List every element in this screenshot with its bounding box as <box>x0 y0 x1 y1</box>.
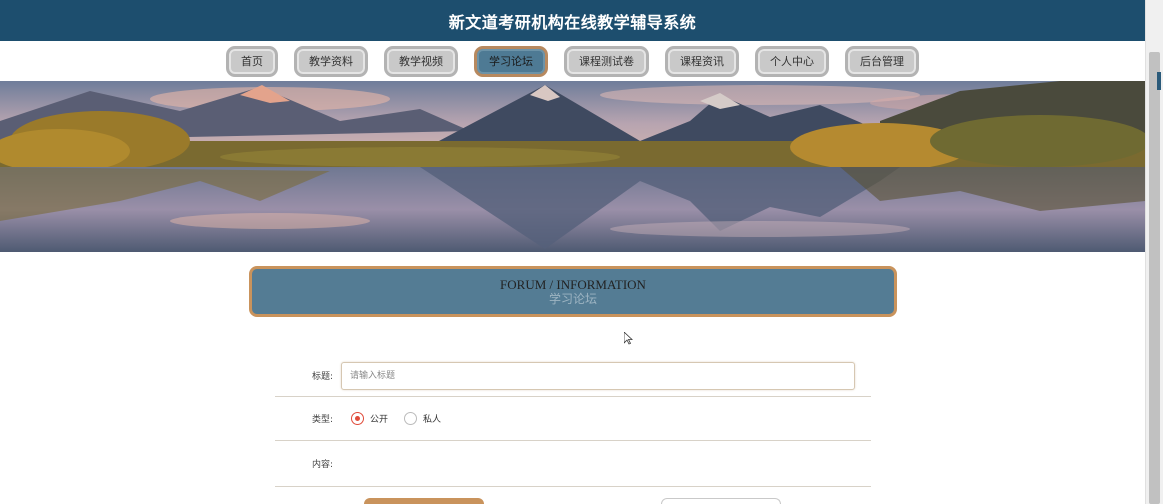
scrollbar-thumb[interactable] <box>1149 52 1160 504</box>
section-title-cn: 学习论坛 <box>548 291 597 306</box>
nav-course-tests-label: 课程测试卷 <box>579 55 634 68</box>
section-header: FORUM / INFORMATION 学习论坛 <box>249 266 897 317</box>
nav-home[interactable]: 首页 <box>226 45 278 77</box>
type-row: 类型: 公开 私人 <box>275 397 871 441</box>
mountain-lake-image <box>0 81 1145 252</box>
nav-teaching-materials[interactable]: 教学资料 <box>294 45 368 77</box>
scrollbar-accent <box>1157 72 1161 90</box>
header-bar: 新文道考研机构在线教学辅导系统 <box>0 0 1145 41</box>
banner-image <box>0 81 1145 252</box>
content-row: 内容: <box>275 441 871 487</box>
nav-study-forum-label: 学习论坛 <box>489 55 533 68</box>
title-input[interactable] <box>341 361 855 390</box>
post-form: 标题: 类型: 公开 私人 内容: <box>275 355 871 487</box>
nav-course-tests[interactable]: 课程测试卷 <box>564 45 649 77</box>
nav-course-news-label: 课程资讯 <box>680 55 724 68</box>
nav-personal-center-label: 个人中心 <box>770 55 814 68</box>
nav-personal-center[interactable]: 个人中心 <box>755 45 829 77</box>
nav-home-label: 首页 <box>241 55 263 68</box>
type-radio-group: 公开 私人 <box>351 412 457 425</box>
main-nav: 首页 教学资料 教学视频 学习论坛 课程测试卷 课程资讯 个人中心 后台管理 <box>0 41 1145 81</box>
nav-study-forum[interactable]: 学习论坛 <box>474 45 548 77</box>
nav-teaching-videos-label: 教学视频 <box>399 55 443 68</box>
section-title-en: FORUM / INFORMATION <box>500 276 646 292</box>
nav-course-news[interactable]: 课程资讯 <box>665 45 739 77</box>
site-title: 新文道考研机构在线教学辅导系统 <box>448 12 697 32</box>
title-row: 标题: <box>275 355 871 397</box>
radio-private-label: 私人 <box>423 415 442 425</box>
nav-teaching-videos[interactable]: 教学视频 <box>384 45 458 77</box>
type-label: 类型: <box>311 415 333 425</box>
reset-button[interactable] <box>661 498 781 504</box>
radio-private[interactable] <box>404 412 418 425</box>
mouse-cursor-icon <box>624 332 633 345</box>
nav-admin[interactable]: 后台管理 <box>845 45 919 77</box>
content-label: 内容: <box>311 460 333 470</box>
page: 新文道考研机构在线教学辅导系统 首页 教学资料 教学视频 学习论坛 课程测试卷 … <box>0 0 1163 504</box>
title-label: 标题: <box>311 372 333 382</box>
radio-public-label: 公开 <box>370 415 389 425</box>
submit-button[interactable] <box>364 498 484 504</box>
nav-teaching-materials-label: 教学资料 <box>309 55 353 68</box>
radio-public[interactable] <box>351 412 364 425</box>
nav-admin-label: 后台管理 <box>860 55 904 68</box>
